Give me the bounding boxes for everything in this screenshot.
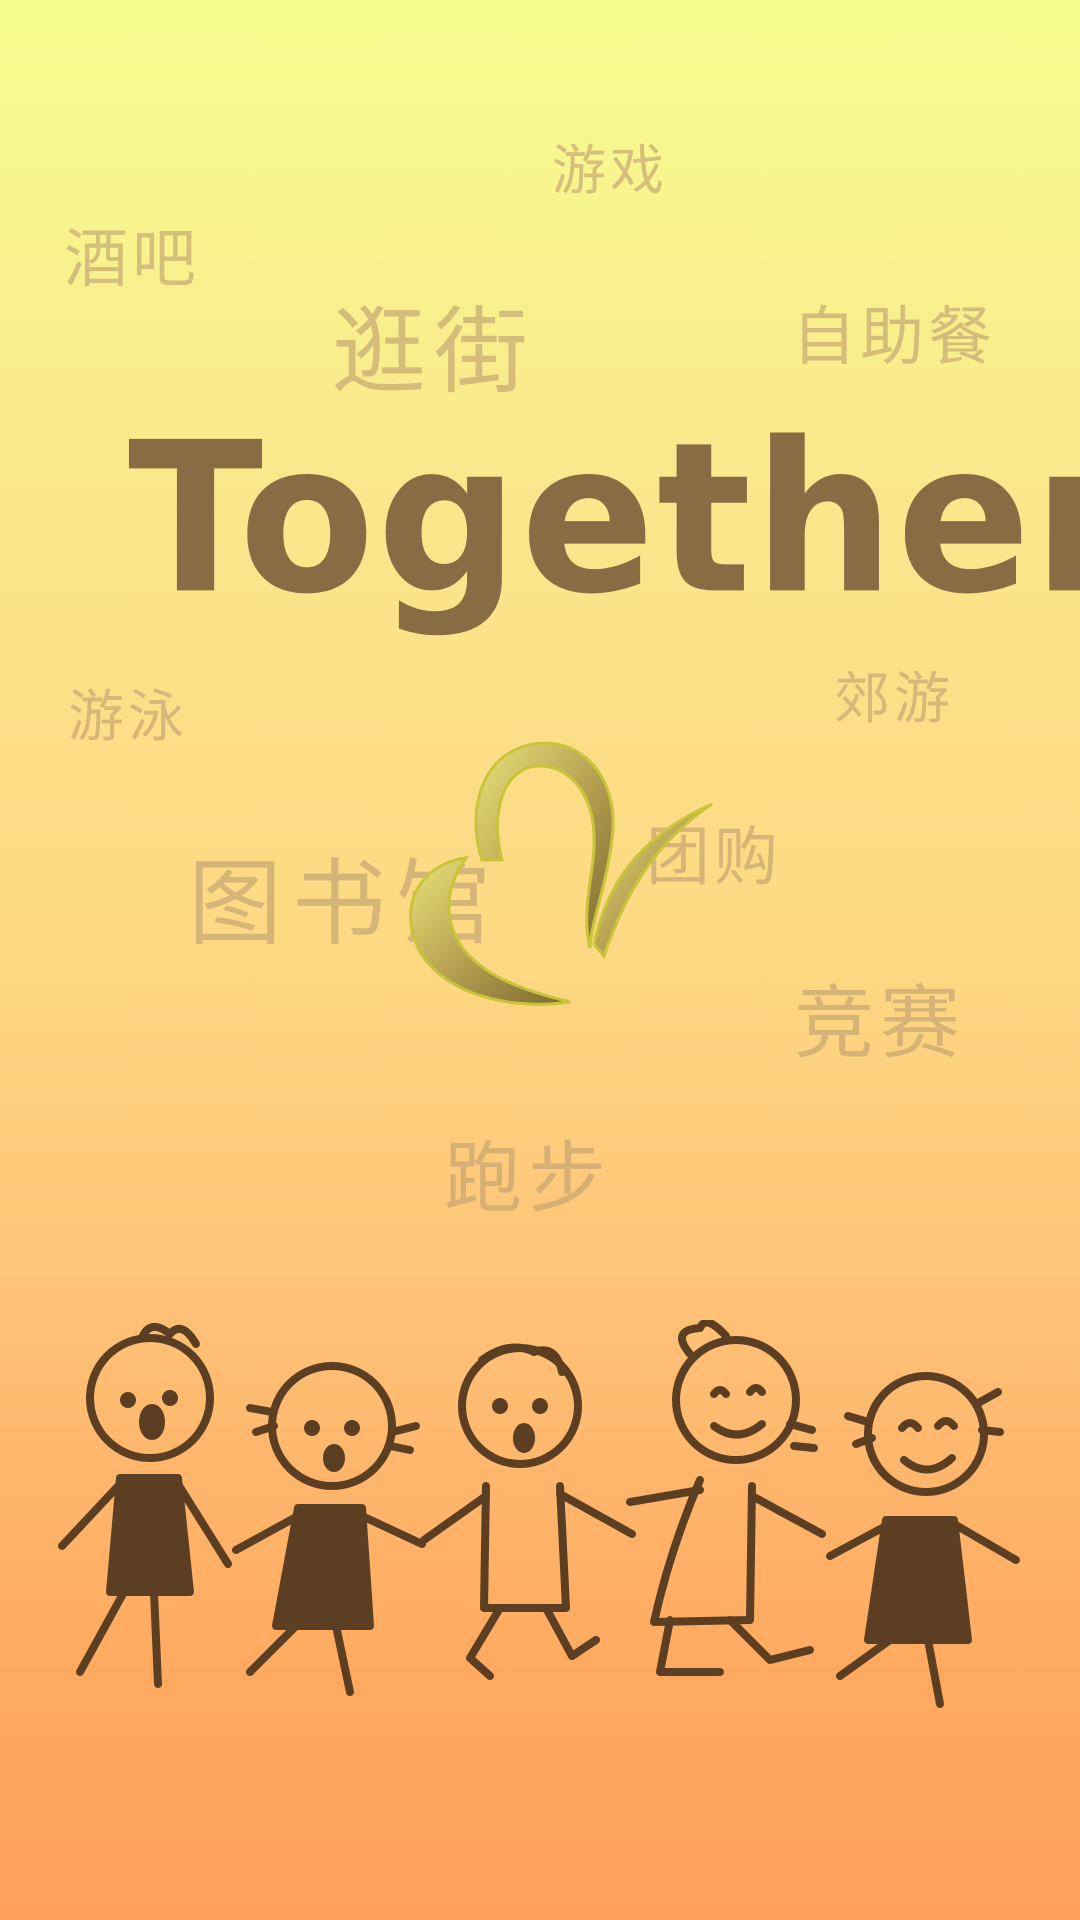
tag-outing: 郊游 [834, 667, 954, 732]
kids-holding-hands-illustration [58, 1320, 1020, 1708]
tag-bar: 酒吧 [64, 223, 200, 297]
tag-running: 跑步 [444, 1134, 613, 1224]
tag-shopping: 逛街 [332, 298, 537, 407]
tag-games: 游戏 [552, 139, 668, 202]
tag-contest: 竞赛 [794, 977, 966, 1070]
splash-screen: 游戏 酒吧 逛街 自助餐 游泳 郊游 图书馆 团购 竞赛 跑步 Together [0, 0, 1080, 1920]
tag-buffet: 自助餐 [792, 301, 996, 375]
tag-swimming: 游泳 [68, 685, 188, 750]
app-title: Together [128, 397, 1080, 640]
heart-icon [408, 741, 713, 1006]
